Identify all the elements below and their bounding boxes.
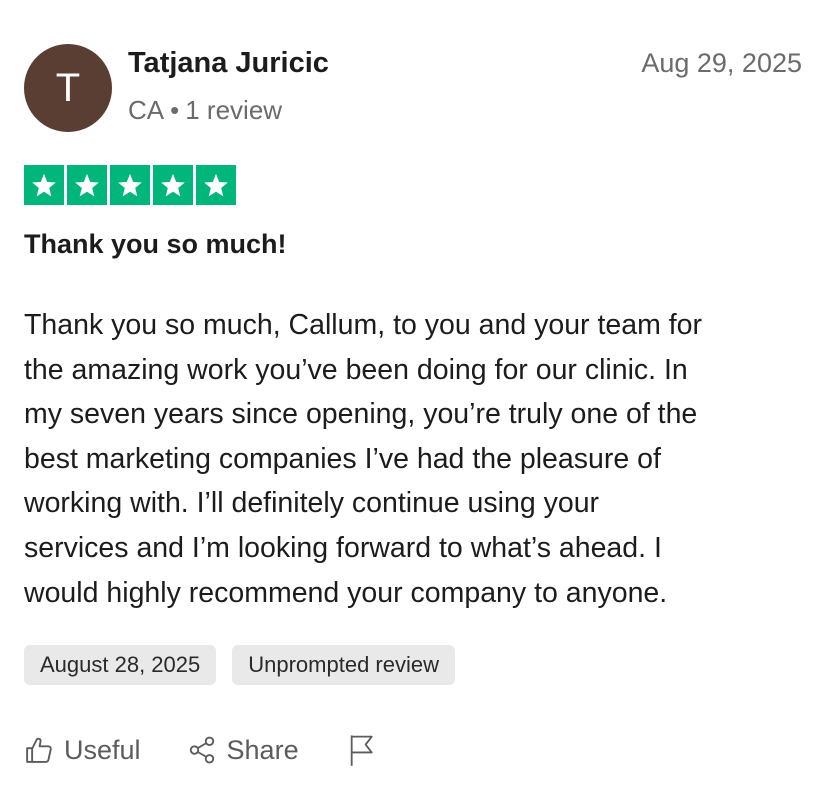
review-body-line: the amazing work you’ve been doing for o…: [24, 353, 688, 386]
reviewer-country: CA: [128, 95, 165, 125]
review-body-line: would highly recommend your company to a…: [24, 576, 668, 609]
star-icon: [110, 165, 150, 205]
review-body-line: best marketing companies I’ve had the pl…: [24, 442, 661, 475]
useful-button[interactable]: Useful: [24, 735, 141, 766]
avatar[interactable]: T: [24, 44, 112, 132]
share-label: Share: [226, 734, 299, 765]
review-body-line: services and I’m looking forward to what…: [24, 531, 662, 564]
share-icon: [187, 735, 217, 765]
star-icon: [24, 165, 64, 205]
reviewer-name[interactable]: Tatjana Juricic: [128, 47, 329, 80]
share-button[interactable]: Share: [187, 735, 299, 766]
experience-date-badge: August 28, 2025: [24, 645, 217, 685]
star-icon: [67, 165, 107, 205]
review-title: Thank you so much!: [24, 229, 287, 259]
review-body-line: working with. I’ll definitely continue u…: [24, 487, 600, 520]
review-chips: August 28, 2025 Unprompted review: [24, 645, 455, 685]
flag-icon: [347, 733, 377, 767]
review-date: Aug 29, 2025: [641, 48, 802, 78]
star-icon: [153, 165, 193, 205]
review-body-line: my seven years since opening, you’re tru…: [24, 398, 698, 431]
reviewer-meta: CA • 1 review: [128, 95, 282, 126]
review-body-line: Thank you so much, Callum, to you and yo…: [24, 309, 702, 341]
star-icon: [196, 165, 236, 205]
useful-label: Useful: [64, 734, 141, 765]
review-body: Thank you so much, Callum, to you and yo…: [24, 303, 814, 615]
report-button[interactable]: [347, 733, 377, 767]
star-rating: [24, 165, 236, 205]
unprompted-review-badge[interactable]: Unprompted review: [232, 645, 455, 685]
avatar-initial: T: [55, 65, 81, 110]
thumbs-up-icon: [24, 735, 54, 765]
review-actions: Useful Share: [24, 733, 377, 767]
meta-separator: •: [170, 95, 180, 125]
reviewer-review-count: 1 review: [185, 95, 283, 125]
